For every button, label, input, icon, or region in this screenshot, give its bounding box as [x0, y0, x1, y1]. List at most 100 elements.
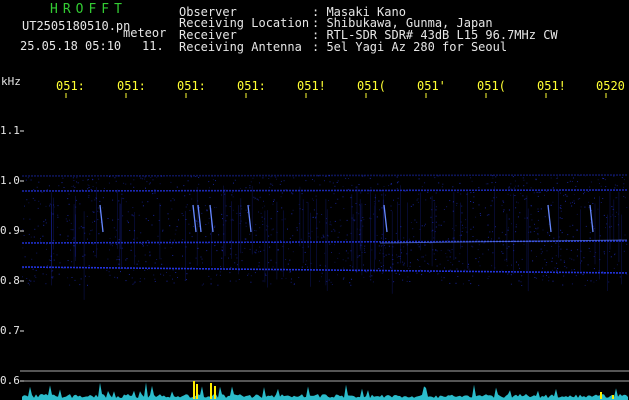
- noise-pixel: [40, 238, 41, 240]
- noise-pixel: [259, 246, 261, 248]
- noise-pixel: [510, 274, 512, 276]
- noise-pixel: [384, 244, 385, 246]
- noise-pixel: [321, 276, 322, 278]
- noise-pixel: [524, 198, 526, 200]
- noise-pixel: [121, 247, 123, 249]
- noise-pixel: [232, 209, 234, 211]
- noise-pixel: [26, 278, 28, 279]
- noise-pixel: [534, 223, 535, 225]
- noise-pixel: [249, 233, 251, 235]
- noise-pixel: [33, 189, 35, 191]
- noise-pixel: [148, 183, 150, 185]
- noise-pixel: [98, 178, 100, 180]
- noise-pixel: [334, 261, 336, 263]
- noise-pixel: [114, 177, 116, 179]
- noise-pixel: [398, 273, 400, 275]
- noise-pixel: [108, 182, 110, 184]
- noise-pixel: [369, 177, 371, 179]
- noise-pixel: [53, 259, 55, 261]
- noise-pixel: [87, 184, 89, 186]
- noise-pixel: [221, 246, 223, 248]
- noise-pixel: [215, 180, 216, 182]
- noise-pixel: [614, 184, 616, 186]
- noise-pixel: [142, 205, 144, 207]
- noise-pixel: [519, 212, 521, 214]
- capture-timestamp: 25.05.18 05:10: [20, 39, 122, 53]
- noise-pixel: [472, 201, 474, 203]
- noise-pixel: [62, 177, 64, 179]
- noise-pixel: [116, 277, 118, 279]
- noise-pixel: [623, 186, 625, 188]
- noise-pixel: [486, 214, 488, 216]
- noise-pixel: [511, 223, 512, 225]
- noise-pixel: [597, 208, 599, 210]
- noise-pixel: [92, 186, 94, 188]
- noise-pixel: [508, 186, 510, 188]
- noise-pixel: [559, 207, 561, 209]
- noise-pixel: [334, 230, 336, 232]
- noise-pixel: [396, 188, 398, 190]
- noise-pixel: [540, 182, 542, 183]
- noise-pixel: [185, 206, 187, 208]
- noise-pixel: [364, 245, 366, 247]
- noise-pixel: [205, 236, 207, 238]
- noise-pixel: [398, 204, 400, 205]
- noise-pixel: [195, 257, 197, 259]
- noise-pixel: [390, 267, 392, 269]
- noise-pixel: [358, 184, 360, 185]
- noise-pixel: [248, 273, 250, 275]
- noise-pixel: [318, 280, 320, 282]
- noise-pixel: [377, 183, 379, 185]
- noise-pixel: [249, 205, 251, 207]
- noise-pixel: [118, 263, 120, 265]
- noise-pixel: [600, 202, 602, 203]
- noise-pixel: [373, 201, 375, 203]
- noise-pixel: [424, 225, 425, 227]
- noise-pixel: [102, 207, 104, 209]
- noise-pixel: [552, 201, 554, 203]
- noise-pixel: [491, 182, 493, 184]
- noise-pixel: [118, 200, 120, 202]
- noise-pixel: [621, 177, 623, 178]
- noise-pixel: [107, 218, 109, 219]
- noise-pixel: [277, 249, 279, 251]
- noise-pixel: [317, 236, 319, 238]
- noise-pixel: [381, 233, 383, 235]
- noise-pixel: [462, 227, 464, 229]
- noise-pixel: [198, 177, 200, 178]
- noise-pixel: [589, 251, 591, 252]
- noise-pixel: [593, 268, 595, 270]
- noise-pixel: [446, 256, 448, 258]
- noise-pixel: [435, 249, 437, 251]
- noise-pixel: [467, 266, 469, 268]
- noise-pixel: [451, 249, 453, 250]
- noise-pixel: [79, 284, 81, 286]
- noise-pixel: [82, 179, 84, 181]
- noise-pixel: [513, 187, 515, 189]
- noise-pixel: [580, 206, 582, 208]
- noise-pixel: [402, 261, 403, 263]
- noise-pixel: [588, 207, 590, 208]
- noise-pixel: [417, 259, 419, 261]
- noise-pixel: [584, 284, 586, 286]
- noise-pixel: [43, 224, 45, 226]
- time-label: 051': [417, 79, 446, 93]
- noise-pixel: [319, 264, 321, 266]
- noise-pixel: [590, 280, 592, 282]
- noise-pixel: [182, 214, 184, 216]
- noise-pixel: [436, 250, 438, 252]
- noise-pixel: [502, 200, 504, 202]
- noise-pixel: [615, 197, 617, 199]
- spectrum-spike: [600, 392, 602, 399]
- noise-pixel: [87, 238, 88, 240]
- noise-pixel: [88, 276, 90, 278]
- noise-pixel: [225, 205, 227, 207]
- noise-pixel: [470, 283, 472, 285]
- noise-pixel: [416, 272, 418, 274]
- noise-pixel: [214, 206, 215, 208]
- noise-pixel: [84, 254, 86, 256]
- noise-pixel: [24, 256, 26, 258]
- noise-pixel: [556, 177, 558, 179]
- noise-pixel: [478, 187, 480, 189]
- noise-pixel: [80, 225, 82, 227]
